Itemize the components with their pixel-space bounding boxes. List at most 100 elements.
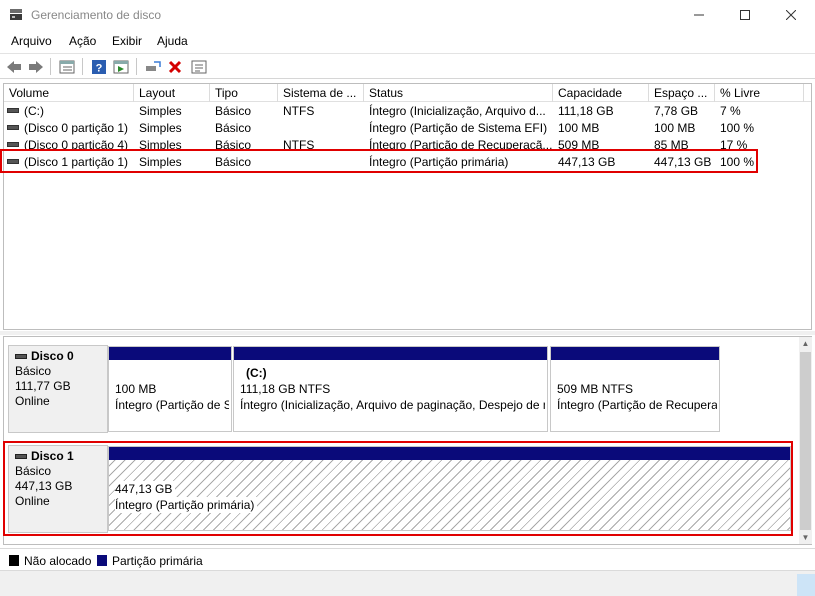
disk-panel-scrollbar[interactable]: ▲ ▼	[799, 337, 812, 544]
status-cell: Íntegro (Partição de Recuperaçã...	[369, 138, 552, 149]
list-view-icon	[59, 60, 75, 73]
partition-bar	[551, 347, 719, 360]
menu-bar: Arquivo Ação Exibir Ajuda	[0, 30, 815, 52]
disk-size: 111,77 GB	[15, 379, 71, 393]
column-layout[interactable]: Layout	[134, 84, 210, 102]
disk-panel: ▲ ▼ Disco 0 Básico 111,77 GB Online 100 …	[3, 336, 812, 545]
connect-button[interactable]	[143, 57, 163, 76]
sistema-cell: NTFS	[283, 104, 315, 118]
menu-exibir[interactable]: Exibir	[112, 34, 142, 48]
help-button[interactable]: ?	[89, 57, 109, 76]
properties-button[interactable]	[111, 57, 131, 76]
tipo-cell: Básico	[215, 121, 252, 135]
partition-status: Íntegro (Inicialização, Arquivo de pagin…	[240, 398, 545, 412]
column-volume[interactable]: Volume	[4, 84, 134, 102]
disk-status: Online	[15, 494, 50, 508]
volume-list[interactable]: Volume Layout Tipo Sistema de ... Status…	[3, 83, 812, 330]
livre-cell: 17 %	[720, 138, 748, 149]
delete-icon	[168, 60, 182, 73]
toolbar-separator	[136, 58, 137, 75]
pane-splitter[interactable]	[0, 331, 815, 335]
volume-row[interactable]: (C:) Simples Básico NTFS Íntegro (Inicia…	[4, 103, 811, 120]
close-icon	[786, 10, 796, 20]
disk-icon	[15, 354, 27, 359]
scroll-down-icon[interactable]: ▼	[801, 533, 810, 542]
disk-status: Online	[15, 394, 50, 408]
partition-status: Íntegro (Partição primária)	[115, 497, 258, 513]
delete-button[interactable]	[165, 57, 185, 76]
capacidade-cell: 111,18 GB	[558, 104, 614, 118]
menu-acao[interactable]: Ação	[69, 34, 96, 48]
volume-name: (Disco 0 partição 4)	[24, 138, 129, 149]
partition-efi[interactable]: 100 MB Íntegro (Partição de Sistema EFI)	[108, 346, 232, 432]
volume-name: (Disco 1 partição 1)	[24, 155, 129, 169]
column-sistema[interactable]: Sistema de ...	[278, 84, 364, 102]
layout-cell: Simples	[139, 104, 182, 118]
volume-row-selected[interactable]: (Disco 1 partição 1) Simples Básico Ínte…	[4, 154, 811, 171]
partition-c[interactable]: (C:) 111,18 GB NTFS Íntegro (Inicializaç…	[233, 346, 548, 432]
column-capacidade[interactable]: Capacidade	[553, 84, 649, 102]
partition-bar	[109, 447, 790, 460]
menu-ajuda[interactable]: Ajuda	[157, 34, 188, 48]
volume-list-header: Volume Layout Tipo Sistema de ... Status…	[4, 84, 811, 102]
partition-status: Íntegro (Partição de Sistema EFI)	[115, 398, 229, 412]
partition-size: 100 MB	[115, 382, 157, 396]
tipo-cell: Básico	[215, 104, 252, 118]
volume-name: (C:)	[24, 104, 44, 118]
toolbar: ?	[0, 53, 815, 79]
layout-cell: Simples	[139, 155, 182, 169]
legend-label: Partição primária	[112, 554, 203, 568]
scroll-thumb[interactable]	[800, 352, 811, 530]
column-tipo[interactable]: Tipo	[210, 84, 278, 102]
properties-icon	[113, 60, 129, 73]
partition-status: Íntegro (Partição de Recuperação)	[557, 398, 717, 412]
livre-cell: 100 %	[720, 155, 755, 169]
minimize-button[interactable]	[676, 0, 722, 30]
column-status[interactable]: Status	[364, 84, 553, 102]
disk-type: Básico	[15, 364, 52, 378]
volume-row[interactable]: (Disco 0 partição 1) Simples Básico Ínte…	[4, 120, 811, 137]
status-cell: Íntegro (Partição de Sistema EFI)	[369, 121, 548, 135]
disk-icon	[15, 454, 27, 459]
column-espaco[interactable]: Espaço ...	[649, 84, 715, 102]
partition-title: (C:)	[246, 366, 267, 380]
volume-row[interactable]: (Disco 0 partição 4) Simples Básico NTFS…	[4, 137, 811, 149]
toolbar-separator	[50, 58, 51, 75]
forward-button[interactable]	[26, 57, 46, 76]
espaco-cell: 7,78 GB	[654, 104, 699, 118]
layout-cell: Simples	[139, 121, 182, 135]
disk-type: Básico	[15, 464, 52, 478]
menu-arquivo[interactable]: Arquivo	[11, 34, 52, 48]
help-icon: ?	[92, 59, 106, 74]
forward-icon	[29, 60, 43, 73]
disk-name: Disco 1	[31, 449, 74, 463]
scroll-up-icon[interactable]: ▲	[801, 339, 810, 348]
volume-icon	[7, 142, 19, 148]
list-view-button[interactable]	[57, 57, 77, 76]
back-button[interactable]	[4, 57, 24, 76]
livre-cell: 7 %	[720, 104, 741, 118]
svg-text:?: ?	[96, 62, 103, 74]
sistema-cell	[283, 120, 363, 137]
maximize-button[interactable]	[722, 0, 768, 30]
disk-name: Disco 0	[31, 349, 74, 363]
partition-disk1-primary[interactable]: 447,13 GB Íntegro (Partição primária)	[108, 446, 791, 531]
column-livre[interactable]: % Livre	[715, 84, 804, 102]
resize-grip[interactable]	[797, 574, 815, 596]
toolbar-separator	[82, 58, 83, 75]
capacidade-cell: 100 MB	[558, 121, 600, 135]
settings-button[interactable]	[189, 57, 209, 76]
partition-recovery[interactable]: 509 MB NTFS Íntegro (Partição de Recuper…	[550, 346, 720, 432]
disk-0-label[interactable]: Disco 0 Básico 111,77 GB Online	[8, 345, 108, 433]
volume-icon	[7, 159, 19, 165]
volume-icon	[7, 125, 19, 131]
partition-bar	[109, 347, 231, 360]
settings-icon	[191, 60, 207, 73]
partition-size: 111,18 GB NTFS	[240, 382, 331, 396]
disk-1-label[interactable]: Disco 1 Básico 447,13 GB Online	[8, 445, 108, 533]
volume-icon	[7, 108, 19, 114]
partition-size: 447,13 GB	[115, 481, 176, 497]
layout-cell: Simples	[139, 138, 182, 149]
legend-label: Não alocado	[24, 554, 92, 568]
close-button[interactable]	[768, 0, 814, 30]
